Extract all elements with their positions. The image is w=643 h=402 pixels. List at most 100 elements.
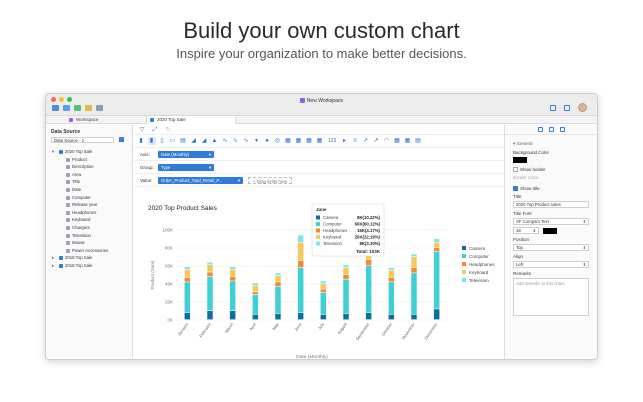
section-general[interactable]: ▾ General <box>513 141 589 147</box>
tree-field-node[interactable]: Title <box>46 178 132 186</box>
bar-segment <box>252 285 259 292</box>
tab-workspace[interactable]: Workspace <box>66 116 98 124</box>
stepper-icon: ⬍ <box>532 228 536 233</box>
tooltip-swatch <box>316 222 320 226</box>
pivot-table-icon[interactable]: ▦ <box>404 137 412 145</box>
tooltip-swatch <box>316 228 320 233</box>
remarks-textarea[interactable]: Add remarks to this chart... <box>513 278 589 316</box>
tree-table-node[interactable]: ▸ 2018 Top Sale <box>46 262 132 270</box>
right-panel-toggle-icon[interactable] <box>564 104 570 111</box>
show-title-label: Show title <box>520 186 540 191</box>
expand-icon[interactable]: ⤢ <box>151 126 159 134</box>
font-size-stepper[interactable]: 18 ⬍ <box>513 227 539 234</box>
tab-workspace-label: Workspace <box>76 117 99 122</box>
tab-chart-label: 2020 Top Sale <box>157 117 186 122</box>
table-chart-icon[interactable]: ▦ <box>393 137 401 145</box>
stacked-column-icon[interactable]: ▮ <box>147 137 156 145</box>
multi-line-icon[interactable]: ∿ <box>232 137 240 145</box>
font-color-swatch[interactable] <box>543 227 557 234</box>
bar-chart-icon[interactable]: ▭ <box>169 137 177 145</box>
copy-icon[interactable] <box>96 105 103 111</box>
funnel-chart-icon[interactable]: ▾ <box>253 137 261 145</box>
tree-field-node[interactable]: Date <box>46 186 132 194</box>
chevron-down-icon[interactable]: ▾ <box>52 148 54 156</box>
grid-chart-icon[interactable]: ▦ <box>316 137 324 145</box>
trend-line-icon[interactable]: ↗ <box>372 137 380 145</box>
axis-field-select[interactable]: Date (Monthly) ▼ <box>158 150 214 158</box>
spline-chart-icon[interactable]: ∿ <box>242 137 250 145</box>
avatar[interactable] <box>578 103 587 112</box>
settings-icon[interactable] <box>537 127 543 132</box>
tree-field-node[interactable]: Area <box>46 171 132 179</box>
tree-field-node[interactable]: Power Accessories <box>46 247 132 255</box>
save-icon[interactable] <box>52 105 59 111</box>
table-icon[interactable] <box>74 105 81 111</box>
grouped-column-icon[interactable]: ▯ <box>158 137 166 145</box>
tree-table-node[interactable]: ▸ 2019 Top Sale <box>46 254 132 262</box>
tree-field-node[interactable]: Release year <box>46 201 132 209</box>
title-font-label: Title Font <box>513 211 532 216</box>
donut-chart-icon[interactable]: ◎ <box>274 137 282 145</box>
filter-icon[interactable]: ▽ <box>138 126 146 134</box>
tree-field-node[interactable]: Mouse <box>46 239 132 247</box>
data-source-panel: Data Source Data Source - 1 ▾ 2020 Top Sa… <box>46 125 133 359</box>
show-border-label: Show border <box>520 167 546 172</box>
layout-icon[interactable] <box>559 127 565 132</box>
chevron-right-icon[interactable]: ▸ <box>52 254 54 262</box>
refresh-icon[interactable]: ↻ <box>164 126 172 134</box>
tree-field-node[interactable]: Product <box>46 156 132 164</box>
value-field-select[interactable]: Order_Product_Total_Retail_P... ▼ <box>158 176 243 184</box>
tree-field-node[interactable]: Description <box>46 163 132 171</box>
x-axis-label: Date (Monthly) <box>296 354 328 360</box>
stacked-bar-icon[interactable]: ▤ <box>179 137 187 145</box>
tree-table-node[interactable]: ▾ 2020 Top Sale <box>46 148 132 156</box>
window-title: New Workspace <box>46 98 597 104</box>
border-color-label: Border Color <box>513 175 539 180</box>
group-field-select[interactable]: Type ▼ <box>158 163 214 171</box>
trend-up-icon[interactable]: ↗ <box>362 137 370 145</box>
tree-field-node[interactable]: Television <box>46 232 132 240</box>
gauge-icon[interactable]: ◠ <box>383 137 391 145</box>
stacked-area-icon[interactable]: ◢ <box>200 137 208 145</box>
left-panel-toggle-icon[interactable] <box>550 104 556 111</box>
treemap-icon[interactable]: ▦ <box>295 137 303 145</box>
arrow-indicator-icon[interactable]: ▸ <box>341 137 349 145</box>
folder-icon[interactable] <box>85 105 92 111</box>
matrix-icon[interactable]: ▦ <box>305 137 313 145</box>
title-bar: New Workspace <box>46 94 597 116</box>
tree-field-node[interactable]: Keyboard <box>46 216 132 224</box>
data-source-select[interactable]: Data Source - 1 <box>51 137 114 143</box>
tree-node-label: Power Accessories <box>72 247 109 253</box>
chevron-right-icon[interactable]: ▸ <box>52 262 54 270</box>
position-select[interactable]: Top ⬍ <box>513 244 589 251</box>
tab-chart[interactable]: 2020 Top Sale <box>146 116 236 124</box>
list-chart-icon[interactable]: ≡ <box>351 137 359 145</box>
show-border-checkbox[interactable] <box>513 167 518 172</box>
tree-field-node[interactable]: Headphones <box>46 209 132 217</box>
column-chart-icon[interactable]: ▮ <box>137 137 145 145</box>
tree-field-node[interactable]: Chargers <box>46 224 132 232</box>
data-source-dropdown-icon[interactable] <box>119 137 124 142</box>
title-input[interactable]: 2020 Top Product sales <box>513 201 589 208</box>
chart-editor: ▽ ⤢ ↻ ▮ ▮ ▯ ▭ ▤ ◢ ◢ ▲ ∿ ∿ ∿ ▾ ● ◎ ▦ ▦ ▦ ▦ 123 ▸ ≡ ↗ ↗ ◠ ▦ ▦ ▤ Axis… <box>134 125 506 359</box>
font-select[interactable]: SF Compact Text ⬍ <box>513 218 589 225</box>
bar-segment <box>297 235 304 242</box>
pie-chart-icon[interactable]: ● <box>263 137 271 145</box>
show-title-checkbox[interactable] <box>513 186 518 191</box>
bullet-chart-icon[interactable]: ▤ <box>414 137 422 145</box>
background-color-swatch[interactable] <box>513 157 527 163</box>
drag-fields-dropzone[interactable]: + Drag fields here <box>248 176 293 184</box>
database-icon[interactable] <box>63 105 70 111</box>
tooltip-swatch <box>316 241 320 246</box>
heatmap-icon[interactable]: ▦ <box>284 137 292 145</box>
bar-segment <box>388 267 395 270</box>
align-select[interactable]: Left ⬍ <box>513 261 589 268</box>
bar-segment <box>207 311 213 320</box>
font-size-value: 18 <box>516 228 521 233</box>
kpi-number-icon[interactable]: 123 <box>326 137 338 145</box>
mountain-chart-icon[interactable]: ▲ <box>211 137 219 145</box>
line-chart-icon[interactable]: ∿ <box>221 137 229 145</box>
tree-field-node[interactable]: Computer <box>46 194 132 202</box>
grid-icon[interactable] <box>548 127 554 132</box>
area-chart-icon[interactable]: ◢ <box>190 137 198 145</box>
